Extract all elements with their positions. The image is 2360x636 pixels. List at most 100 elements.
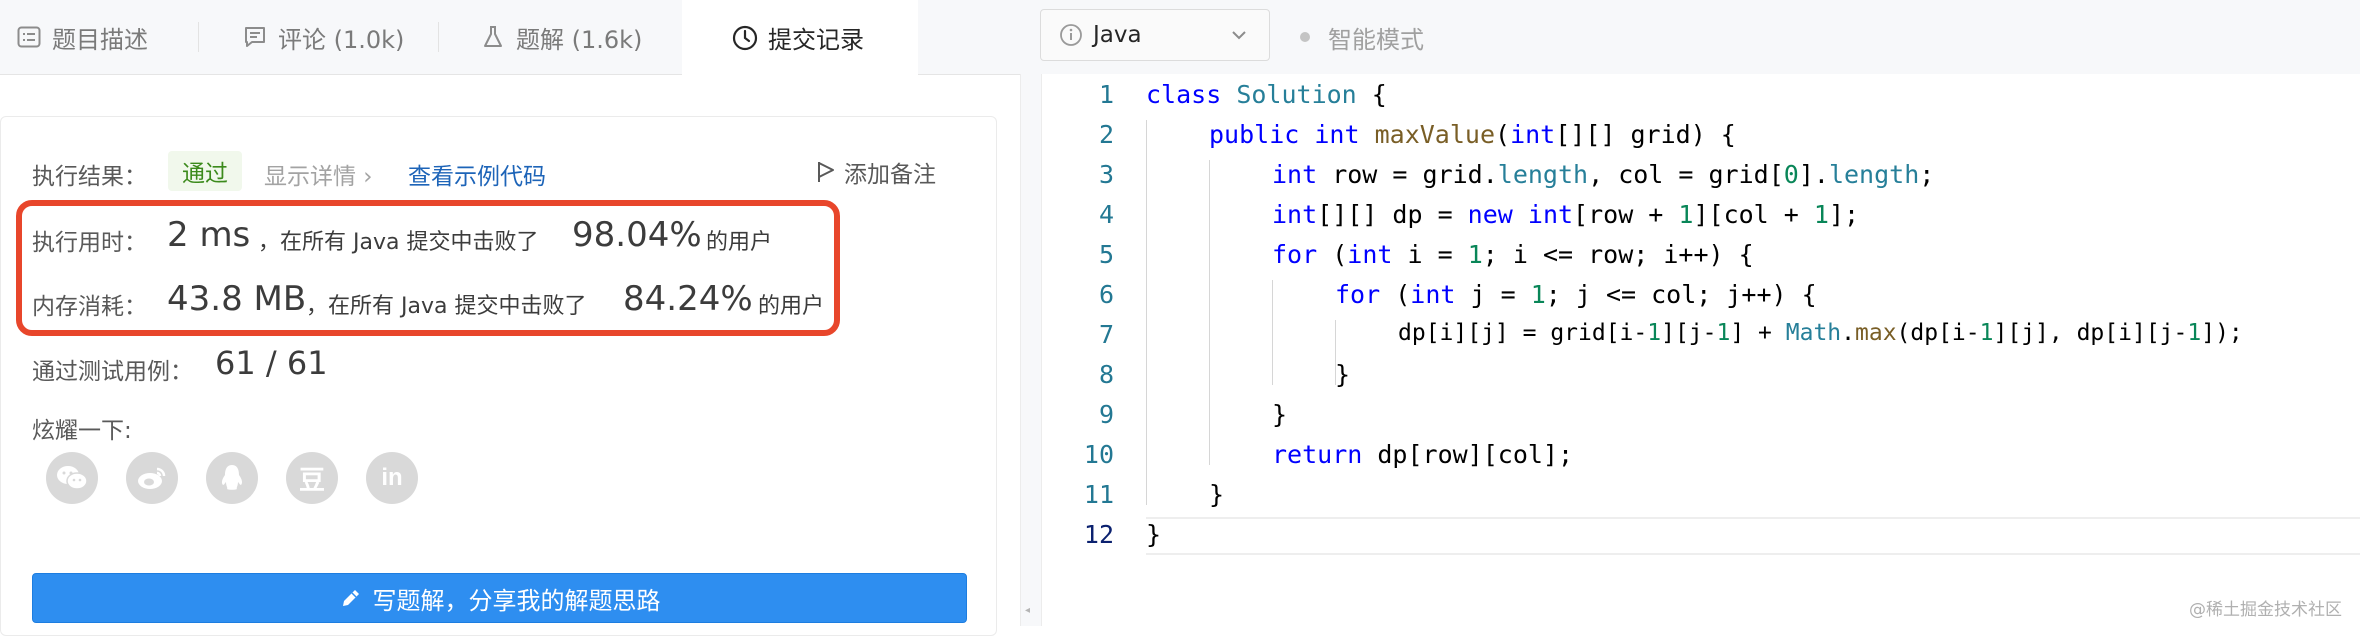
- line-number: 12: [1083, 520, 1114, 549]
- result-label: 执行结果：: [32, 164, 147, 190]
- runtime-percent: 98.04%: [572, 215, 702, 255]
- runtime-users-text: 的用户: [706, 230, 773, 255]
- memory-beat-text: ，在所有 Java 提交中击败了: [306, 294, 587, 319]
- douban-icon[interactable]: 豆: [286, 452, 338, 504]
- code-token: public: [1209, 120, 1300, 149]
- code-token: (: [1495, 120, 1511, 149]
- status-badge: 通过: [168, 151, 242, 191]
- code-token: (: [1380, 280, 1411, 309]
- tab-submissions-label: 提交记录: [768, 26, 864, 54]
- linkedin-icon[interactable]: in: [366, 452, 418, 504]
- memory-users-text: 的用户: [758, 294, 825, 319]
- linkedin-glyph: in: [381, 464, 403, 491]
- tab-divider: [438, 22, 439, 52]
- code-line-1: class Solution {: [1146, 80, 1387, 109]
- question-tab-bar: 题目描述 评论 (1.0k) 题解 (1.6k) 提交记录: [0, 0, 1020, 75]
- code-token: dp[i][j] = grid[i-: [1398, 320, 1648, 346]
- flask-icon: [480, 24, 506, 50]
- code-token: int: [1272, 160, 1318, 189]
- indent-guide: [1146, 120, 1147, 505]
- tab-comments[interactable]: 评论 (1.0k): [242, 0, 404, 74]
- qq-icon[interactable]: [206, 452, 258, 504]
- code-token: 1: [1678, 200, 1694, 229]
- line-number: 11: [1083, 480, 1114, 509]
- add-note-button[interactable]: 添加备注: [816, 155, 936, 189]
- runtime-value: 2 ms: [167, 215, 251, 255]
- code-token: length: [1828, 160, 1920, 189]
- code-token: (: [1317, 240, 1348, 269]
- line-number: 9: [1098, 400, 1114, 429]
- info-icon: [1059, 23, 1083, 47]
- code-token: int: [1272, 200, 1318, 229]
- code-token: ]);: [2201, 320, 2243, 346]
- flag-icon: [816, 160, 836, 184]
- code-token: ][col +: [1693, 200, 1814, 229]
- line-number: 7: [1098, 320, 1114, 349]
- test-cases-label: 通过测试用例：: [32, 359, 193, 385]
- language-select-value: Java: [1093, 22, 1142, 48]
- code-token: ; i <= row; i++) {: [1482, 240, 1754, 269]
- test-cases-value: 61 / 61: [215, 344, 328, 382]
- code-line-12: }: [1146, 520, 1162, 549]
- code-line-3: int row = grid.length, col = grid[0].len…: [1272, 160, 1934, 189]
- code-token: ][j-: [1661, 320, 1717, 346]
- tab-description-label: 题目描述: [52, 25, 148, 54]
- comment-icon: [242, 24, 268, 50]
- write-solution-label: 写题解，分享我的解题思路: [372, 586, 661, 615]
- view-sample-code-link[interactable]: 查看示例代码: [408, 157, 546, 191]
- code-token: j =: [1455, 280, 1531, 309]
- chevron-down-icon: [1231, 30, 1247, 40]
- code-token: i =: [1392, 240, 1468, 269]
- code-token: 1: [1647, 320, 1662, 346]
- tab-description[interactable]: 题目描述: [16, 0, 148, 74]
- code-line-2: public int maxValue(int[][] grid) {: [1209, 120, 1736, 149]
- panel-resize-handle[interactable]: ◂: [1020, 74, 1042, 626]
- code-line-9: }: [1272, 400, 1288, 429]
- show-details-link[interactable]: 显示详情 ›: [264, 157, 373, 191]
- tab-solutions-label: 题解 (1.6k): [516, 25, 643, 54]
- smart-mode-toggle[interactable]: 智能模式: [1300, 0, 1424, 74]
- code-token: 1: [2187, 320, 2202, 346]
- indent-guide: [1272, 280, 1273, 385]
- code-token: .: [1841, 320, 1855, 346]
- current-line-highlight: [1146, 517, 2360, 555]
- line-number: 8: [1098, 360, 1114, 389]
- tab-divider: [198, 22, 199, 52]
- code-token: dp[row][col];: [1362, 440, 1574, 469]
- memory-value: 43.8 MB: [167, 279, 307, 319]
- code-token: (dp[i-: [1896, 320, 1980, 346]
- watermark: @稀土掘金技术社区: [2189, 600, 2342, 620]
- code-token: int: [1510, 120, 1556, 149]
- code-token: int: [1347, 240, 1393, 269]
- clock-icon: [732, 25, 758, 51]
- wechat-icon[interactable]: [46, 452, 98, 504]
- code-token: 1: [1530, 280, 1546, 309]
- write-solution-button[interactable]: 写题解，分享我的解题思路: [32, 573, 967, 623]
- code-token: class: [1146, 80, 1222, 109]
- memory-percent: 84.24%: [623, 279, 753, 319]
- smart-mode-label: 智能模式: [1328, 25, 1424, 54]
- code-token: [row +: [1573, 200, 1679, 229]
- code-token: ] +: [1730, 320, 1786, 346]
- code-token: [][] dp =: [1317, 200, 1468, 229]
- code-token: 1: [1467, 240, 1483, 269]
- tab-solutions[interactable]: 题解 (1.6k): [480, 0, 642, 74]
- code-token: Solution: [1236, 80, 1357, 109]
- code-token: 1: [1813, 200, 1829, 229]
- code-token: max: [1855, 320, 1897, 346]
- line-number: 4: [1098, 200, 1114, 229]
- code-token: for: [1335, 280, 1381, 309]
- line-number: 10: [1083, 440, 1114, 469]
- runtime-beat-text: ，在所有 Java 提交中击败了: [258, 230, 539, 255]
- memory-label: 内存消耗：: [32, 294, 147, 320]
- dot-icon: [1300, 32, 1310, 42]
- tab-submissions[interactable]: 提交记录: [682, 0, 918, 75]
- share-label: 炫耀一下:: [32, 418, 132, 444]
- code-token: ][j], dp[i][j-: [1993, 320, 2188, 346]
- language-select[interactable]: Java: [1040, 9, 1270, 61]
- tab-comments-label: 评论 (1.0k): [278, 25, 405, 54]
- weibo-icon[interactable]: [126, 452, 178, 504]
- code-token: 0: [1783, 160, 1799, 189]
- code-line-4: int[][] dp = new int[row + 1][col + 1];: [1272, 200, 1859, 229]
